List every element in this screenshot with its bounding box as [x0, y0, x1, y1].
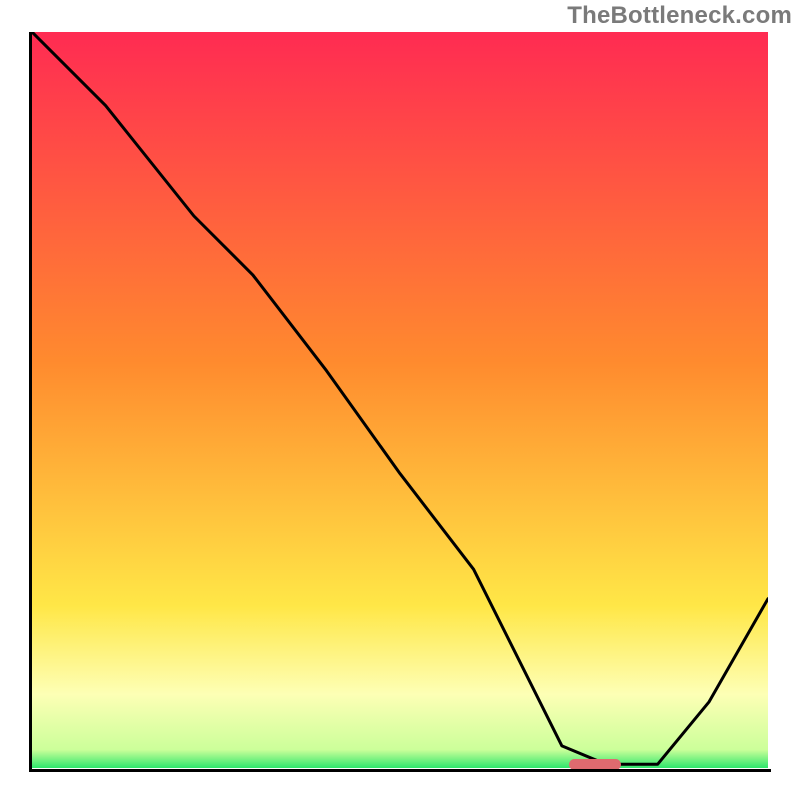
y-axis-line	[29, 32, 32, 772]
x-axis-line	[29, 769, 771, 772]
plot-svg	[32, 32, 768, 768]
gradient-background	[32, 32, 768, 768]
optimal-range-marker	[569, 759, 621, 770]
chart-container: TheBottleneck.com	[0, 0, 800, 800]
watermark-text: TheBottleneck.com	[567, 2, 792, 30]
plot-area	[32, 32, 768, 768]
